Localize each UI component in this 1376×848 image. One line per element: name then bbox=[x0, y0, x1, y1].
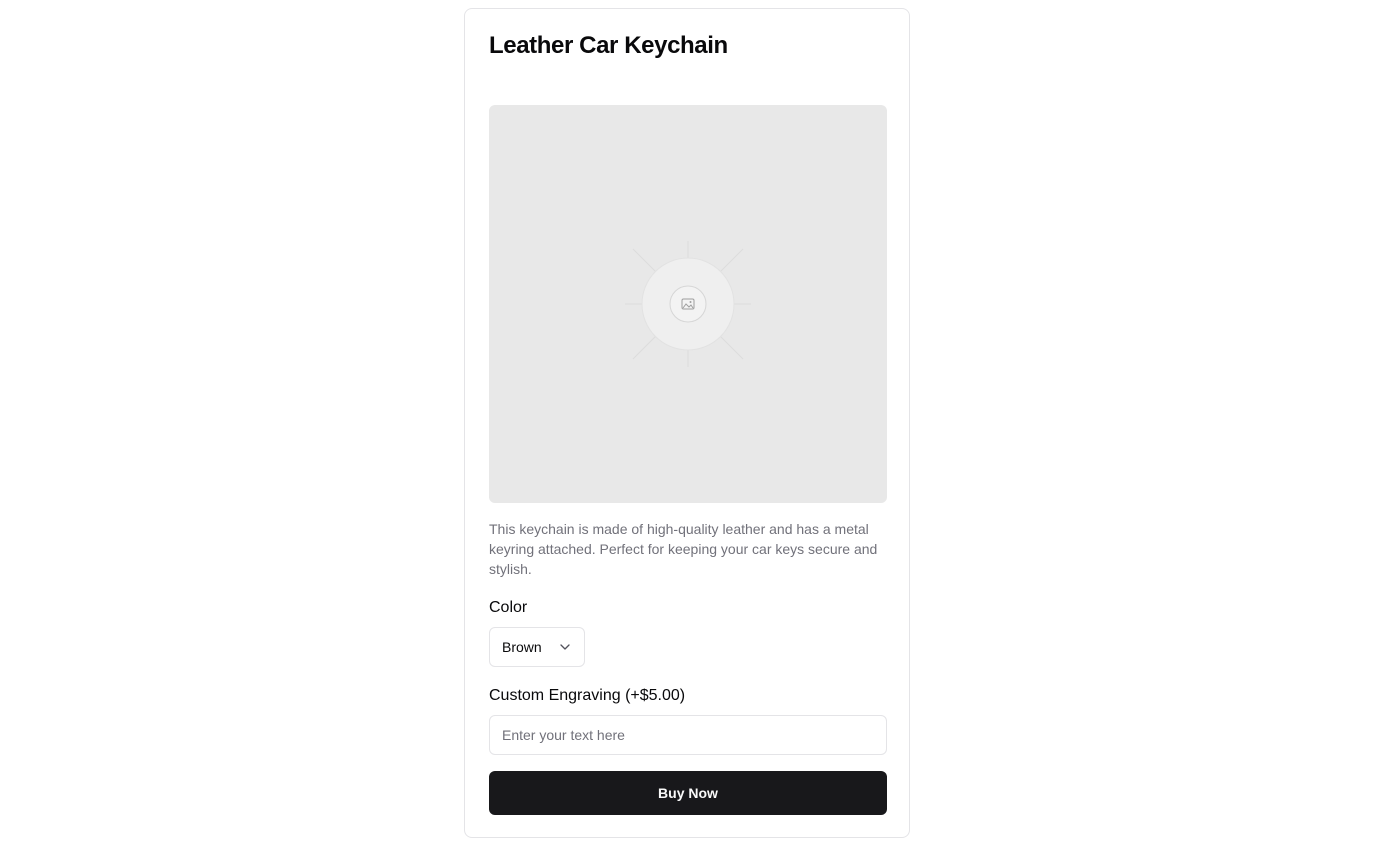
product-card: Leather Car Keychain This keychain is ma… bbox=[464, 8, 910, 838]
buy-now-button[interactable]: Buy Now bbox=[489, 771, 887, 815]
product-description: This keychain is made of high-quality le… bbox=[489, 521, 878, 577]
color-select-value: Brown bbox=[502, 639, 542, 655]
engraving-input[interactable] bbox=[489, 715, 887, 755]
product-image-placeholder bbox=[489, 105, 887, 503]
color-label: Color bbox=[489, 599, 528, 616]
product-title: Leather Car Keychain bbox=[489, 32, 728, 59]
image-placeholder-graphic bbox=[625, 241, 751, 367]
chevron-down-icon bbox=[560, 644, 570, 650]
engraving-label: Custom Engraving (+$5.00) bbox=[489, 687, 686, 704]
color-select[interactable]: Brown bbox=[489, 627, 585, 667]
